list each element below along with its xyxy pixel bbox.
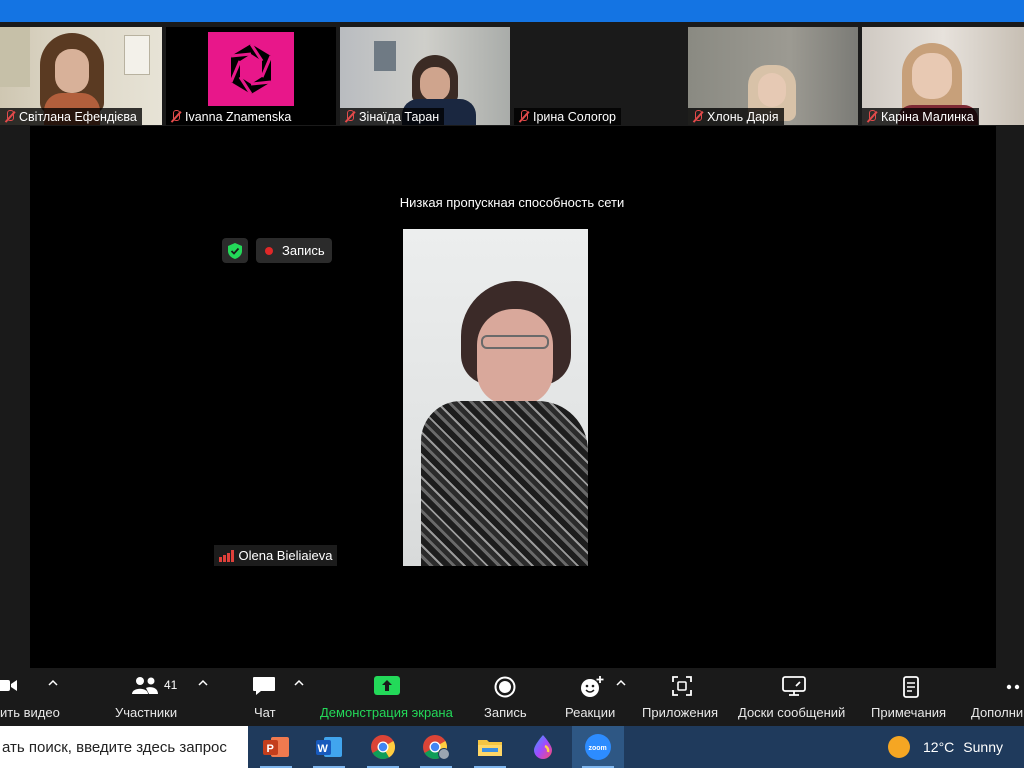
reactions-label: Реакции [565,705,616,720]
recording-indicator[interactable]: Запись [256,238,332,263]
weather-temp: 12°C [923,739,955,755]
muted-mic-icon [518,110,530,123]
participant-name-bar: Ivanna Znamenska [166,108,297,125]
powerpoint-icon: P [263,737,289,757]
network-warning: Низкая пропускная способность сети [399,195,625,210]
more-label: Дополни [971,705,1024,720]
muted-mic-icon [344,110,356,123]
whiteboard-icon [782,676,806,696]
taskbar-app-zoom[interactable]: zoom [572,726,624,768]
participant-tile[interactable]: Хлонь Дарія [688,27,858,125]
signal-bars-icon [219,549,234,562]
word-icon: W [316,737,342,757]
participant-strip: Світлана Ефендієва Ivanna Znamenska Зіна… [0,22,1024,126]
participant-name: Ivanna Znamenska [185,109,292,124]
whiteboards-button[interactable]: Доски сообщений [736,668,854,726]
chevron-up-icon[interactable] [48,678,58,688]
participant-name-bar: Зінаїда Таран [340,108,445,125]
reactions-icon [581,676,604,697]
start-video-label: ить видео [0,705,60,720]
taskbar-app-powerpoint[interactable]: P [251,726,301,768]
participants-icon [132,677,158,694]
participant-tile[interactable]: Світлана Ефендієва [0,27,162,125]
apps-label: Приложения [642,705,719,720]
weather-widget[interactable]: 12°C Sunny [888,726,1003,768]
participant-name-bar: Ірина Сологор [514,108,622,125]
apps-button[interactable]: Приложения [640,668,726,726]
start-video-button[interactable]: ить видео [0,668,70,726]
search-placeholder: ать поиск, введите здесь запрос [2,738,227,756]
chrome-profile-icon [423,735,450,760]
record-icon [494,676,516,698]
svg-text:zoom: zoom [589,745,607,752]
share-screen-button[interactable]: Демонстрация экрана [318,668,458,726]
recording-label: Запись [282,243,325,258]
reactions-button[interactable]: Реакции [562,668,632,726]
chevron-up-icon[interactable] [616,678,626,688]
meeting-toolbar: ить видео 41 Участники Чат Демонстрация … [0,668,1024,726]
participant-name-bar: Світлана Ефендієва [0,108,142,125]
participant-name: Каріна Малинка [881,109,974,124]
window-title-bar [0,0,1024,22]
chat-button[interactable]: Чат [248,668,310,726]
record-button[interactable]: Запись [480,668,532,726]
taskbar-app-paint[interactable] [518,726,568,768]
weather-desc: Sunny [963,739,1003,755]
participants-count: 41 [164,678,178,692]
record-dot-icon [265,246,273,255]
share-screen-label: Демонстрация экрана [320,705,453,720]
taskbar-search-input[interactable]: ать поиск, введите здесь запрос [0,726,248,768]
taskbar-app-chrome-profile[interactable] [411,726,461,768]
taskbar-app-word[interactable]: W [304,726,354,768]
participant-name: Хлонь Дарія [707,109,779,124]
muted-mic-icon [170,110,182,123]
notes-label: Примечания [871,705,947,720]
windows-taskbar: ать поиск, введите здесь запрос P W zoom… [0,726,1024,768]
sun-icon [888,736,910,758]
participant-tile[interactable]: Каріна Малинка [862,27,1024,125]
chrome-icon [371,735,396,760]
active-speaker-name: Olena Bieliaieva [238,548,333,563]
notes-button[interactable]: Примечания [868,668,954,726]
paint-drop-icon [534,735,552,759]
chevron-up-icon[interactable] [294,678,304,688]
share-screen-icon [374,676,400,695]
participant-tile[interactable]: Зінаїда Таран [340,27,510,125]
notes-icon [903,676,919,698]
more-button[interactable]: Дополни [968,668,1024,726]
taskbar-app-chrome[interactable] [358,726,408,768]
folder-icon [478,740,502,756]
muted-mic-icon [866,110,878,123]
svg-text:P: P [267,743,274,755]
chat-icon [253,677,275,695]
muted-mic-icon [692,110,704,123]
svg-text:W: W [318,743,329,755]
participant-name-bar: Каріна Малинка [862,108,979,125]
zoom-app-icon: zoom [585,734,611,760]
active-speaker-label: Olena Bieliaieva [214,545,338,566]
participants-button[interactable]: 41 Участники [108,668,218,726]
participant-tile[interactable]: Ivanna Znamenska [166,27,336,125]
record-label: Запись [484,705,527,720]
taskbar-app-file-explorer[interactable] [465,726,515,768]
active-speaker-video [403,229,588,566]
chat-label: Чат [254,705,276,720]
video-camera-icon [0,680,17,691]
muted-mic-icon [4,110,16,123]
chevron-up-icon[interactable] [198,678,208,688]
participants-label: Участники [115,705,178,720]
security-shield-icon[interactable] [222,238,248,263]
more-dots-icon [1006,684,1020,690]
whiteboards-label: Доски сообщений [738,705,846,720]
shutter-logo-icon [208,32,294,106]
apps-icon [672,676,692,696]
participant-name: Ірина Сологор [533,109,617,124]
participant-name: Зінаїда Таран [359,109,440,124]
participant-tile[interactable]: Ірина Сологор [514,27,684,125]
participant-name-bar: Хлонь Дарія [688,108,784,125]
participant-name: Світлана Ефендієва [19,109,137,124]
